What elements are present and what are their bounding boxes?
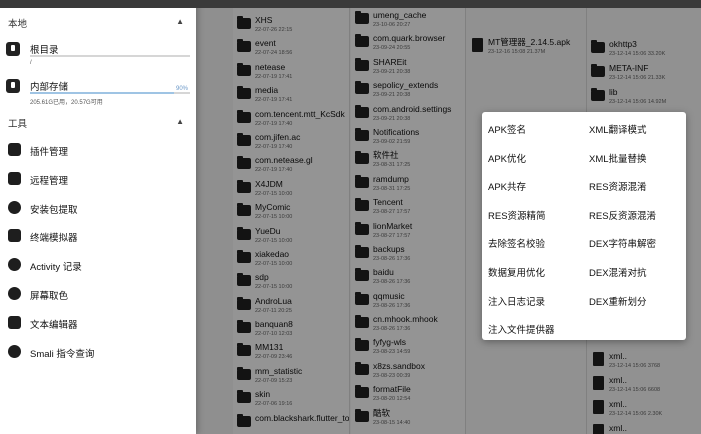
text-editor-icon bbox=[8, 315, 21, 329]
terminal-icon bbox=[8, 229, 21, 243]
search-icon bbox=[8, 344, 21, 358]
storage-usage-text: 205.61G已用，20.57G可用 bbox=[30, 100, 103, 106]
remote-icon bbox=[8, 171, 21, 185]
chevron-up-icon: ▲ bbox=[176, 17, 184, 26]
tool-item-1[interactable]: 插件管理 bbox=[6, 140, 192, 162]
menu-item-right-4[interactable]: RES反资源混淆 bbox=[589, 208, 656, 222]
tool-item-2[interactable]: 远程管理 bbox=[6, 169, 192, 191]
tool-label: 终端模拟器 bbox=[30, 233, 78, 245]
apk-tools-menu: APK签名 APK优化 APK共存 RES资源精简 去除签名校验 数据复用优化 注入日志记录… bbox=[482, 112, 686, 340]
eyedropper-icon bbox=[8, 287, 21, 300]
tool-label: 插件管理 bbox=[30, 147, 69, 158]
menu-item-right-2[interactable]: XML批量替换 bbox=[589, 151, 647, 165]
tool-item-7[interactable]: 文本编辑器 bbox=[6, 313, 192, 335]
navigation-drawer: 本地 ▲ 根目录 / 内部存储 205.61G已用，20.57G可用 90% 工… bbox=[0, 0, 196, 434]
storage-root[interactable]: 根目录 / bbox=[6, 40, 192, 80]
tool-item-3[interactable]: 安装包提取 bbox=[6, 198, 192, 220]
storage-usage-bar bbox=[30, 55, 190, 57]
tool-label: Activity 记录 bbox=[30, 262, 82, 274]
tool-item-4[interactable]: 终端模拟器 bbox=[6, 226, 192, 248]
tool-item-6[interactable]: 屏幕取色 bbox=[6, 284, 192, 306]
menu-item-left-1[interactable]: APK签名 bbox=[488, 122, 526, 136]
puzzle-icon bbox=[8, 143, 21, 156]
tools-section-label: 工具 bbox=[8, 119, 28, 130]
tools-section-header[interactable]: 工具 ▲ bbox=[8, 116, 188, 132]
storage-internal[interactable]: 内部存储 205.61G已用，20.57G可用 90% bbox=[6, 77, 192, 117]
storage-name: 内部存储 bbox=[30, 82, 69, 93]
local-section-header[interactable]: 本地 ▲ bbox=[8, 16, 188, 32]
local-section-label: 本地 bbox=[8, 19, 28, 30]
info-icon bbox=[8, 258, 21, 272]
storage-name: 根目录 bbox=[30, 45, 59, 56]
tool-label: 安装包提取 bbox=[30, 204, 78, 216]
storage-path: / bbox=[30, 60, 32, 66]
menu-item-left-5[interactable]: 去除签名校验 bbox=[488, 236, 545, 250]
storage-usage-bar bbox=[30, 92, 190, 94]
tool-label: 屏幕取色 bbox=[30, 291, 69, 302]
tool-label: 文本编辑器 bbox=[30, 319, 78, 331]
tool-label: 远程管理 bbox=[30, 175, 69, 187]
menu-item-right-5[interactable]: DEX字符串解密 bbox=[589, 236, 656, 250]
menu-item-right-6[interactable]: DEX混淆对抗 bbox=[589, 265, 647, 279]
tool-item-5[interactable]: Activity 记录 bbox=[6, 255, 192, 277]
layers-icon bbox=[8, 200, 21, 214]
tool-item-8[interactable]: Smali 指令查询 bbox=[6, 342, 192, 364]
menu-item-left-3[interactable]: APK共存 bbox=[488, 179, 526, 193]
menu-item-right-7[interactable]: DEX重新划分 bbox=[589, 294, 647, 308]
menu-item-left-7[interactable]: 注入日志记录 bbox=[488, 294, 545, 308]
status-bar bbox=[0, 0, 701, 8]
tool-label: Smali 指令查询 bbox=[30, 348, 95, 360]
menu-item-right-3[interactable]: RES资源混淆 bbox=[589, 179, 647, 193]
menu-item-left-4[interactable]: RES资源精简 bbox=[488, 208, 546, 222]
storage-usage-percent: 90% bbox=[175, 86, 188, 92]
sd-card-icon bbox=[6, 79, 20, 93]
menu-item-left-2[interactable]: APK优化 bbox=[488, 151, 526, 165]
menu-item-left-8[interactable]: 注入文件提供器 bbox=[488, 322, 555, 336]
menu-item-right-1[interactable]: XML翻译模式 bbox=[589, 122, 647, 136]
phone-icon bbox=[6, 42, 20, 56]
menu-item-left-6[interactable]: 数据复用优化 bbox=[488, 265, 545, 279]
chevron-up-icon: ▲ bbox=[176, 117, 184, 126]
